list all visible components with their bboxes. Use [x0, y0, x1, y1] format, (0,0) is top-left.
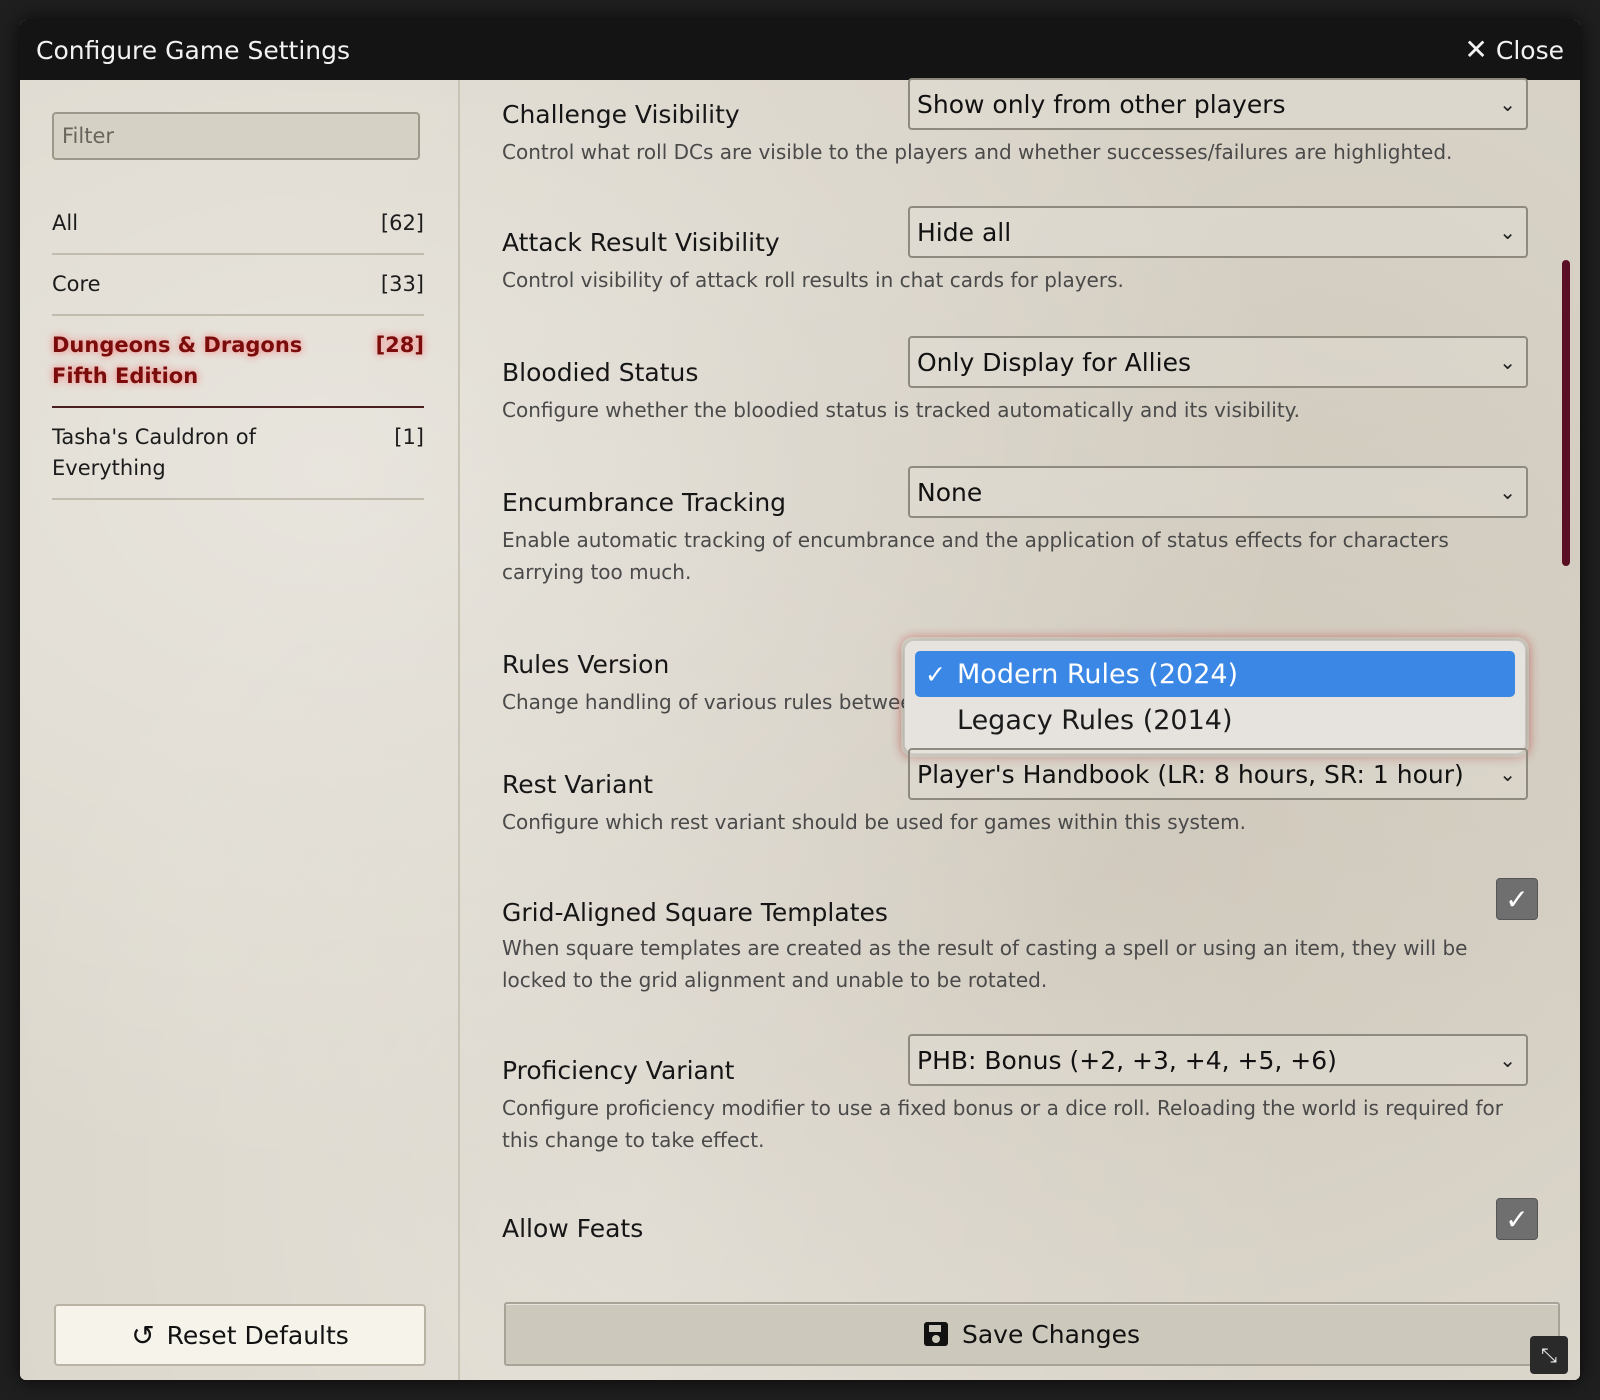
setting-hint: Configure whether the bloodied status is…	[502, 398, 1301, 422]
setting-name: Proficiency Variant	[502, 1056, 735, 1085]
title-bar: Configure Game Settings ✕ Close	[20, 20, 1580, 80]
encumbrance-tracking-select[interactable]: None ⌄	[908, 466, 1528, 518]
chevron-down-icon: ⌄	[1499, 762, 1516, 786]
chevron-down-icon: ⌄	[1499, 92, 1516, 116]
resize-icon[interactable]: ⤡	[1530, 1336, 1568, 1374]
select-value: PHB: Bonus (+2, +3, +4, +5, +6)	[917, 1045, 1337, 1075]
category-count: [62]	[380, 211, 424, 235]
category-label: Tasha's Cauldron of Everything	[52, 425, 256, 480]
close-icon: ✕	[1464, 33, 1488, 66]
category-label: Dungeons & Dragons Fifth Edition	[52, 333, 303, 388]
select-value: Player's Handbook (LR: 8 hours, SR: 1 ho…	[917, 759, 1464, 789]
select-value: Hide all	[917, 217, 1012, 247]
challenge-visibility-select[interactable]: Show only from other players ⌄	[908, 78, 1528, 130]
checkmark-icon: ✓	[925, 659, 946, 689]
close-label: Close	[1495, 35, 1564, 65]
floppy-disk-icon	[923, 1322, 948, 1346]
reset-label: Reset Defaults	[166, 1320, 349, 1350]
category-core[interactable]: Core [33]	[52, 255, 424, 316]
scrollbar-thumb[interactable]	[1562, 260, 1570, 566]
option-label: Modern Rules (2024)	[957, 658, 1239, 690]
setting-hint: Control what roll DCs are visible to the…	[502, 140, 1453, 164]
rest-variant-select[interactable]: Player's Handbook (LR: 8 hours, SR: 1 ho…	[908, 748, 1528, 800]
settings-window: Configure Game Settings ✕ Close All [62]…	[20, 20, 1580, 1380]
checkmark-icon: ✓	[1505, 882, 1529, 916]
settings-panel: Challenge Visibility Show only from othe…	[460, 78, 1580, 1380]
setting-name: Allow Feats	[502, 1214, 644, 1243]
category-list: All [62] Core [33] Dungeons & Dragons Fi…	[52, 194, 424, 500]
category-label: Core	[52, 272, 101, 296]
save-changes-button[interactable]: Save Changes	[504, 1302, 1560, 1366]
setting-hint: Enable automatic tracking of encumbrance…	[502, 528, 1449, 584]
proficiency-variant-select[interactable]: PHB: Bonus (+2, +3, +4, +5, +6) ⌄	[908, 1034, 1528, 1086]
checkmark-icon: ✓	[1505, 1202, 1529, 1236]
grid-aligned-templates-checkbox[interactable]: ✓	[1496, 878, 1538, 920]
attack-result-visibility-select[interactable]: Hide all ⌄	[908, 206, 1528, 258]
select-value: Only Display for Allies	[917, 347, 1191, 377]
category-count: [1]	[394, 425, 424, 449]
category-tasha[interactable]: Tasha's Cauldron of Everything [1]	[52, 408, 424, 500]
chevron-down-icon: ⌄	[1499, 480, 1516, 504]
dropdown-option-legacy[interactable]: Legacy Rules (2014)	[915, 697, 1515, 743]
setting-name: Bloodied Status	[502, 358, 699, 387]
setting-hint: Configure proficiency modifier to use a …	[502, 1096, 1503, 1152]
save-label: Save Changes	[961, 1319, 1141, 1349]
filter-input[interactable]	[52, 112, 420, 160]
category-label: All	[52, 211, 79, 235]
category-count: [28]	[375, 333, 424, 357]
category-count: [33]	[380, 272, 424, 296]
setting-name: Challenge Visibility	[502, 100, 740, 129]
category-dnd5e[interactable]: Dungeons & Dragons Fifth Edition [28]	[52, 316, 424, 408]
setting-hint: Configure which rest variant should be u…	[502, 810, 1246, 834]
select-value: None	[917, 477, 983, 507]
setting-name: Rules Version	[502, 650, 670, 679]
bloodied-status-select[interactable]: Only Display for Allies ⌄	[908, 336, 1528, 388]
reset-defaults-button[interactable]: ↺ Reset Defaults	[54, 1304, 426, 1366]
setting-hint: Control visibility of attack roll result…	[502, 268, 1124, 292]
chevron-down-icon: ⌄	[1499, 220, 1516, 244]
rules-version-dropdown: ✓ Modern Rules (2024) Legacy Rules (2014…	[904, 640, 1526, 754]
allow-feats-checkbox[interactable]: ✓	[1496, 1198, 1538, 1240]
chevron-down-icon: ⌄	[1499, 350, 1516, 374]
setting-hint: When square templates are created as the…	[502, 936, 1468, 992]
undo-icon: ↺	[131, 1318, 155, 1352]
chevron-down-icon: ⌄	[1499, 1048, 1516, 1072]
select-value: Show only from other players	[917, 89, 1286, 119]
setting-name: Attack Result Visibility	[502, 228, 780, 257]
setting-name: Rest Variant	[502, 770, 654, 799]
category-all[interactable]: All [62]	[52, 194, 424, 255]
dropdown-option-modern[interactable]: ✓ Modern Rules (2024)	[915, 651, 1515, 697]
close-button[interactable]: ✕ Close	[1464, 36, 1564, 65]
option-label: Legacy Rules (2014)	[957, 704, 1233, 736]
window-title: Configure Game Settings	[36, 35, 351, 65]
sidebar: All [62] Core [33] Dungeons & Dragons Fi…	[20, 80, 460, 1380]
setting-name: Encumbrance Tracking	[502, 488, 787, 517]
setting-name: Grid-Aligned Square Templates	[502, 898, 888, 927]
